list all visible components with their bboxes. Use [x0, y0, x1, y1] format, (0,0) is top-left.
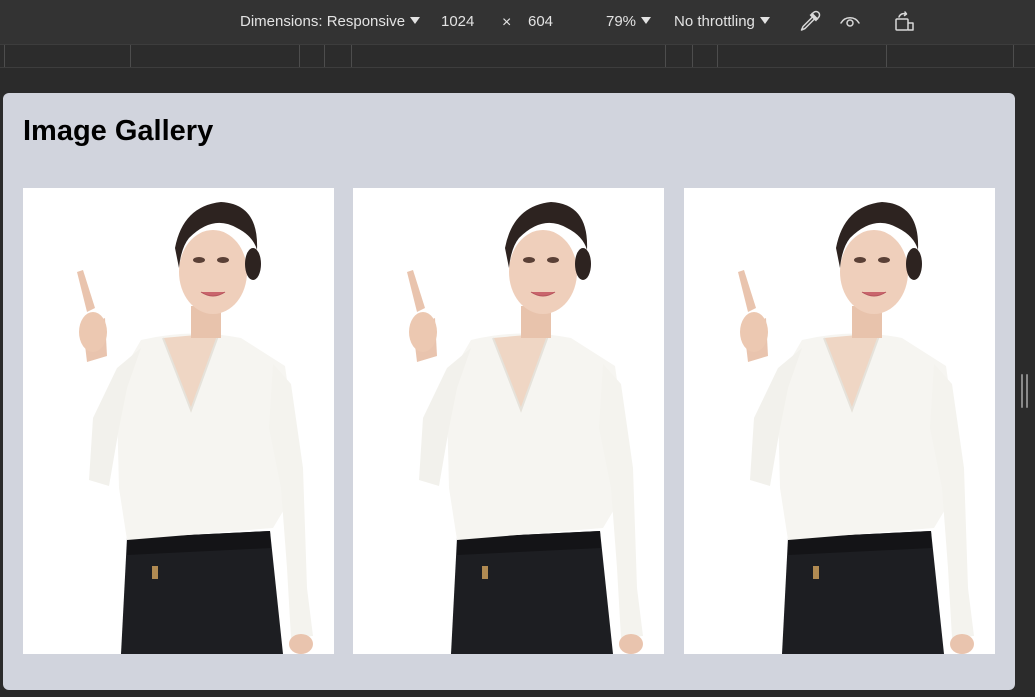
throttling-label: No throttling: [674, 13, 755, 30]
ruler-tick: [351, 45, 352, 67]
woman-pointing-photo: [738, 202, 974, 654]
media-query-ruler[interactable]: [0, 44, 1035, 68]
zoom-label: 79%: [606, 13, 637, 30]
times-separator: ×: [502, 14, 512, 31]
dimensions-dropdown[interactable]: Dimensions: Responsive: [240, 12, 421, 32]
ruler-tick: [886, 45, 887, 67]
device-toolbar: Dimensions: Responsive 1024 × 604 79% No…: [0, 0, 1035, 44]
eye-icon[interactable]: [838, 10, 862, 34]
dimensions-label: Dimensions: Responsive: [240, 13, 406, 30]
woman-figure: [77, 202, 313, 654]
ruler-tick: [299, 45, 300, 67]
woman-figure: [407, 202, 643, 654]
woman-pointing-photo: [77, 202, 313, 654]
woman-pointing-photo: [407, 202, 643, 654]
rotate-icon[interactable]: [893, 10, 917, 34]
height-input[interactable]: 604: [528, 12, 553, 32]
ruler-tick: [1013, 45, 1014, 67]
ruler-tick: [130, 45, 131, 67]
chevron-down-icon: [410, 17, 421, 24]
page-title: Image Gallery: [23, 115, 214, 147]
zoom-dropdown[interactable]: 79%: [606, 12, 652, 32]
ruler-tick: [665, 45, 666, 67]
eyedropper-icon[interactable]: [797, 10, 821, 34]
chevron-down-icon: [759, 17, 770, 24]
woman-figure: [738, 202, 974, 654]
ruler-tick: [4, 45, 5, 67]
gallery-image[interactable]: [353, 188, 664, 654]
ruler-tick: [717, 45, 718, 67]
chevron-down-icon: [641, 17, 652, 24]
ruler-tick: [324, 45, 325, 67]
throttling-dropdown[interactable]: No throttling: [674, 12, 770, 32]
grip-line: [1021, 374, 1023, 408]
gallery-image[interactable]: [23, 188, 334, 654]
width-input[interactable]: 1024: [441, 12, 474, 32]
viewport-resize-handle[interactable]: [1021, 374, 1029, 410]
device-viewport: Image Gallery: [3, 93, 1015, 690]
ruler-tick: [692, 45, 693, 67]
gallery-image[interactable]: [684, 188, 995, 654]
grip-line: [1026, 374, 1028, 408]
